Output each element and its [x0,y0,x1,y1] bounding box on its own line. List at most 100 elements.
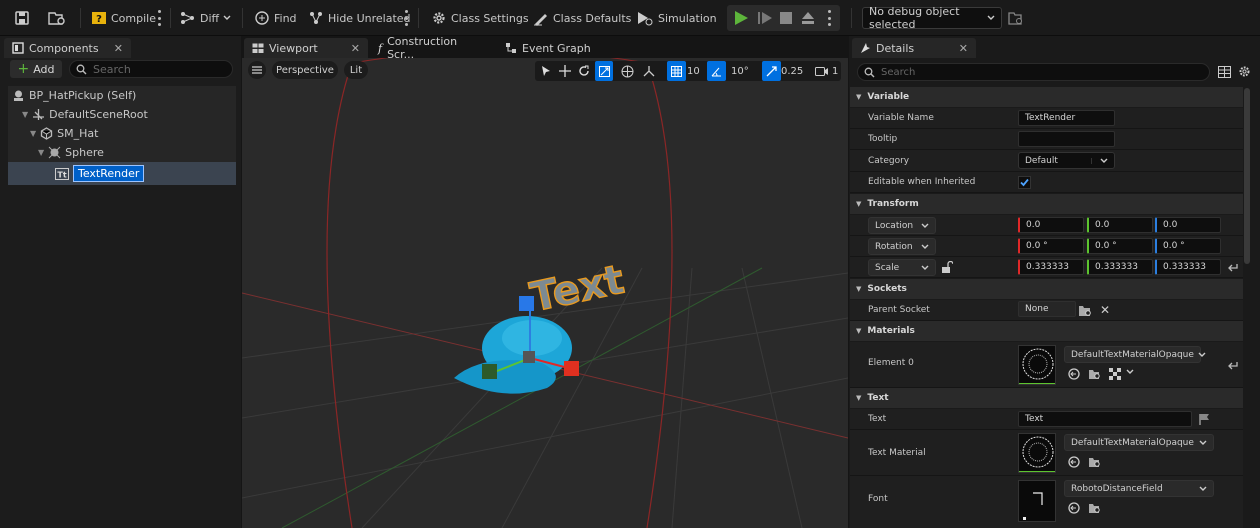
close-icon[interactable]: ✕ [351,42,360,55]
viewport-menu-button[interactable] [248,61,266,79]
location-z-input[interactable]: 0.0 [1155,217,1221,233]
tab-construction-script[interactable]: f Construction Scr... [370,35,495,61]
eject-icon[interactable] [801,11,815,25]
find-button[interactable]: Find [254,8,297,28]
grid-snap-value[interactable]: 10 [687,61,700,81]
tree-item-sm-hat[interactable]: ▼ SM_Hat [30,124,98,143]
stop-icon[interactable] [779,11,793,25]
close-icon[interactable]: ✕ [959,42,968,55]
class-settings-button[interactable]: Class Settings [431,8,529,28]
text-value-input[interactable]: Text [1018,411,1192,427]
use-selected-icon[interactable] [1068,368,1080,380]
use-selected-icon[interactable] [1068,456,1080,468]
text-material-dropdown[interactable]: DefaultTextMaterialOpaque [1064,434,1214,451]
scale-y-input[interactable]: 0.333333 [1087,259,1153,275]
compile-button[interactable]: ? Compile [91,8,156,28]
play-options-icon[interactable] [828,10,831,26]
material-thumbnail[interactable] [1018,345,1056,385]
scale-icon[interactable] [595,61,613,81]
settings-gear-icon[interactable] [1238,65,1251,78]
debug-browse-icon[interactable] [1008,11,1024,25]
close-icon[interactable]: ✕ [114,42,123,55]
y-axis-handle[interactable] [482,364,497,379]
font-thumbnail[interactable] [1018,480,1056,522]
table-view-icon[interactable] [1218,66,1231,78]
lit-button[interactable]: Lit [344,61,368,79]
tree-item-self[interactable]: BP_HatPickup (Self) [12,86,136,105]
save-icon[interactable] [14,10,30,26]
tooltip-input[interactable] [1018,131,1115,147]
world-space-icon[interactable] [621,61,634,81]
section-materials[interactable]: ▼ Materials [850,321,1243,341]
rotation-snap-value[interactable]: 10° [731,61,749,81]
text-render-actor[interactable]: Text [526,256,629,322]
diff-button[interactable]: Diff [180,8,231,28]
tree-item-label[interactable]: TextRender [73,165,145,182]
rotation-x-input[interactable]: 0.0 ° [1018,238,1084,254]
chevron-down-icon[interactable] [1126,369,1134,375]
rotation-mode-dropdown[interactable]: Rotation [868,238,936,255]
tab-components[interactable]: Components ✕ [4,38,131,58]
scale-snap-value[interactable]: 0.25 [781,61,803,81]
location-y-input[interactable]: 0.0 [1087,217,1153,233]
camera-speed-value[interactable]: 1 [832,61,838,81]
browse-asset-icon[interactable] [1088,502,1101,514]
hide-unrelated-button[interactable]: Hide Unrelated [308,8,411,28]
browse-icon[interactable] [48,10,66,26]
add-component-button[interactable]: + Add [10,60,62,78]
parent-socket-value[interactable]: None [1018,301,1076,317]
font-dropdown[interactable]: RobotoDistanceField [1064,480,1214,497]
translate-icon[interactable] [559,61,571,81]
viewport[interactable]: Text [242,58,848,528]
localization-flag-icon[interactable] [1198,413,1210,425]
variable-name-input[interactable]: TextRender [1018,110,1115,126]
reset-to-default-icon[interactable] [1227,262,1238,272]
details-search-field[interactable]: Search [857,63,1210,81]
class-defaults-button[interactable]: Class Defaults [533,8,631,28]
tab-details[interactable]: Details ✕ [852,38,976,58]
tab-viewport[interactable]: Viewport ✕ [244,38,368,58]
scale-z-input[interactable]: 0.333333 [1155,259,1221,275]
reset-to-default-icon[interactable] [1227,360,1238,370]
debug-object-dropdown[interactable]: No debug object selected [862,5,1002,31]
checker-icon[interactable] [1109,368,1121,380]
text-material-thumbnail[interactable] [1018,433,1056,473]
location-mode-dropdown[interactable]: Location [868,217,936,234]
editable-inherited-checkbox[interactable] [1018,176,1031,189]
tree-item-defaultsceneroot[interactable]: ▼ DefaultSceneRoot [22,105,148,124]
camera-speed-icon[interactable] [815,61,829,81]
select-icon[interactable] [540,61,552,81]
x-axis-handle[interactable] [564,361,579,376]
surface-snap-icon[interactable] [643,61,656,81]
components-search-field[interactable]: Search [69,60,233,78]
rotation-snap-toggle[interactable] [707,61,726,81]
clear-icon[interactable]: ✕ [1100,303,1110,317]
grid-snap-toggle[interactable] [667,61,686,81]
rotate-icon[interactable] [578,61,590,81]
section-variable[interactable]: ▼ Variable [850,87,1243,107]
browse-asset-icon[interactable] [1088,456,1101,468]
element0-material-dropdown[interactable]: DefaultTextMaterialOpaque [1064,346,1206,363]
compile-options-icon[interactable] [158,10,161,26]
scale-x-input[interactable]: 0.333333 [1018,259,1084,275]
tree-item-sphere[interactable]: ▼ Sphere [38,143,104,162]
perspective-button[interactable]: Perspective [272,61,338,79]
scale-snap-toggle[interactable] [762,61,781,81]
details-scrollbar[interactable] [1244,88,1250,264]
browse-asset-icon[interactable] [1088,368,1101,380]
scale-mode-dropdown[interactable]: Scale [868,259,936,276]
section-sockets[interactable]: ▼ Sockets [850,279,1243,299]
use-selected-icon[interactable] [1068,502,1080,514]
category-combobox[interactable]: Default [1018,152,1115,169]
section-text[interactable]: ▼ Text [850,388,1243,408]
tree-item-textrender-content[interactable]: Tt TextRender [55,164,145,183]
hide-unrelated-options-icon[interactable] [405,10,408,26]
details-search-input[interactable]: Search [881,67,915,78]
simulation-button[interactable]: Simulation [636,8,717,28]
location-x-input[interactable]: 0.0 [1018,217,1084,233]
play-icon[interactable] [733,10,749,26]
rotation-y-input[interactable]: 0.0 ° [1087,238,1153,254]
tab-event-graph[interactable]: Event Graph [497,38,612,58]
socket-browse-icon[interactable] [1078,304,1092,317]
step-icon[interactable] [757,10,773,26]
